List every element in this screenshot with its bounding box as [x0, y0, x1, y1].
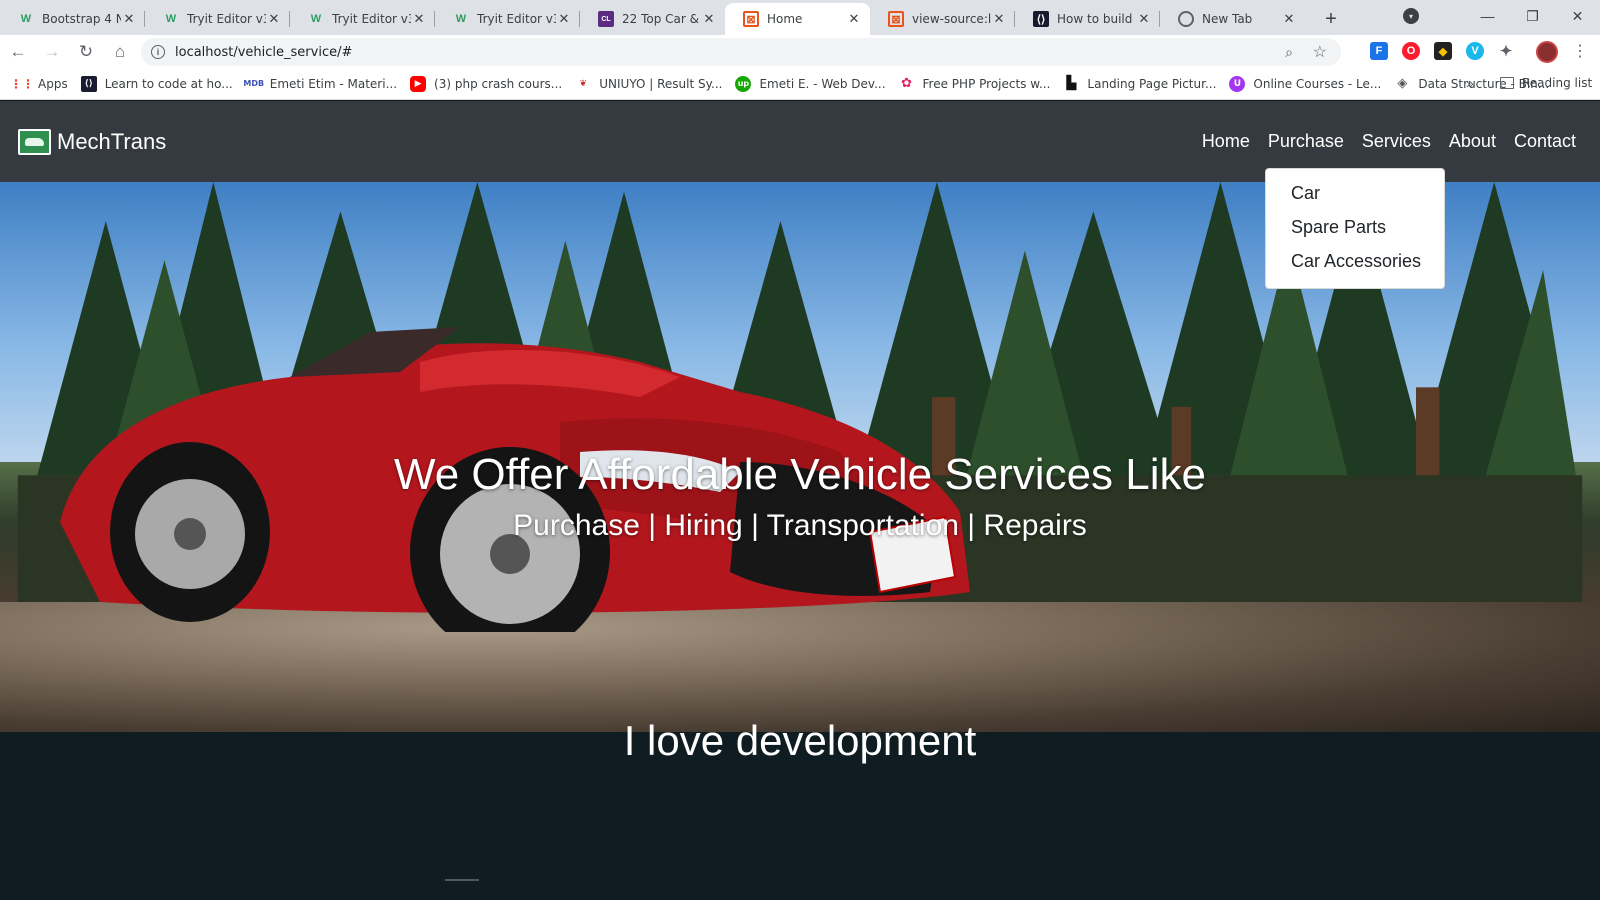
- dropdown-item-spare-parts[interactable]: Spare Parts: [1266, 211, 1444, 245]
- minimize-icon[interactable]: —: [1465, 8, 1510, 24]
- tab-search-icon[interactable]: ▾: [1403, 8, 1419, 24]
- close-tab-icon[interactable]: ✕: [991, 11, 1007, 27]
- nav-contact[interactable]: Contact: [1514, 131, 1576, 152]
- restore-icon[interactable]: ❐: [1510, 8, 1555, 25]
- bookmark-freecodecamp[interactable]: ⟨⟩ Learn to code at ho...: [80, 75, 233, 92]
- close-tab-icon[interactable]: ✕: [1136, 11, 1152, 27]
- reading-list-icon: [1500, 77, 1514, 89]
- menu-kebab-icon[interactable]: ⋮: [1572, 41, 1588, 61]
- url-text[interactable]: localhost/vehicle_service/#: [175, 45, 352, 60]
- w3schools-icon: W: [165, 13, 177, 25]
- address-bar[interactable]: i localhost/vehicle_service/# ⌕ ☆: [141, 38, 1341, 66]
- site-info-icon[interactable]: i: [151, 45, 165, 59]
- zoom-icon[interactable]: ⌕: [1285, 44, 1293, 61]
- tab-0[interactable]: WBootstrap 4 Na✕: [0, 3, 145, 35]
- back-icon[interactable]: ←: [2, 36, 34, 68]
- tab-1[interactable]: WTryit Editor v3.7✕: [145, 3, 290, 35]
- extensions-puzzle-icon[interactable]: ✦: [1497, 42, 1515, 60]
- close-tab-icon[interactable]: ✕: [266, 11, 282, 27]
- youtube-icon: ▶: [410, 75, 427, 92]
- reload-icon[interactable]: ↻: [70, 36, 102, 68]
- dropdown-item-car-accessories[interactable]: Car Accessories: [1266, 245, 1444, 279]
- colorlib-icon: CL: [598, 11, 614, 27]
- browser-tab-strip: WBootstrap 4 Na✕ WTryit Editor v3.7✕ WTr…: [0, 0, 1600, 35]
- section-heading: I love development: [623, 717, 977, 764]
- unsplash-icon: ▙: [1066, 76, 1077, 91]
- nav-home[interactable]: Home: [1202, 131, 1250, 152]
- bookmark-apps[interactable]: ⋮⋮ Apps: [10, 76, 68, 92]
- w3schools-icon: W: [455, 13, 467, 25]
- freecodecamp-icon: ⟨⟩: [80, 75, 97, 92]
- brand-logo-icon[interactable]: [18, 128, 51, 155]
- dropdown-item-car[interactable]: Car: [1266, 177, 1444, 211]
- tab-7[interactable]: ⟨⟩ How to build a ✕: [1015, 3, 1160, 35]
- close-tab-icon[interactable]: ✕: [411, 11, 427, 27]
- bookmarks-bar: ⋮⋮ Apps ⟨⟩ Learn to code at ho... MDB Emeti…: [0, 68, 1600, 100]
- w3schools-icon: W: [310, 13, 322, 25]
- tab-8[interactable]: New Tab ✕: [1160, 3, 1305, 35]
- purchase-dropdown-menu: Car Spare Parts Car Accessories: [1265, 168, 1445, 289]
- bookmark-mdb[interactable]: MDB Emeti Etim - Materi...: [243, 76, 397, 92]
- new-tab-button[interactable]: +: [1315, 3, 1347, 35]
- extension-fl-icon[interactable]: F: [1370, 42, 1388, 60]
- web-page: MechTrans Home Purchase Services About C…: [0, 101, 1600, 900]
- html-icon: ⊠: [743, 11, 759, 27]
- bookmark-star-icon[interactable]: ☆: [1313, 42, 1327, 62]
- close-tab-icon[interactable]: ✕: [1281, 11, 1297, 27]
- uniuyo-icon: ❦: [579, 78, 587, 89]
- reading-list-button[interactable]: Reading list: [1500, 76, 1592, 90]
- tab-3[interactable]: WTryit Editor v3.7✕: [435, 3, 580, 35]
- brand-name[interactable]: MechTrans: [57, 129, 166, 155]
- html-icon: ⊠: [888, 11, 904, 27]
- forward-icon[interactable]: →: [36, 36, 68, 68]
- profile-avatar[interactable]: [1536, 41, 1558, 63]
- hero-subtitle: Purchase | Hiring | Transportation | Rep…: [513, 509, 1087, 542]
- bookmark-udemy[interactable]: U Online Courses - Le...: [1229, 75, 1381, 92]
- w3schools-icon: W: [20, 13, 32, 25]
- more-bookmarks-icon[interactable]: »: [1466, 75, 1474, 91]
- window-controls: — ❐ ✕: [1465, 0, 1600, 32]
- butterfly-icon: ✿: [901, 76, 912, 91]
- mdb-icon: MDB: [243, 79, 265, 88]
- opera-icon[interactable]: O: [1402, 42, 1420, 60]
- apps-grid-icon: ⋮⋮: [10, 76, 34, 91]
- upwork-icon: up: [735, 75, 752, 92]
- geeks-icon: ◈: [1397, 76, 1408, 91]
- close-window-icon[interactable]: ✕: [1555, 8, 1600, 25]
- hero-title: We Offer Affordable Vehicle Services Lik…: [393, 450, 1206, 499]
- close-tab-icon[interactable]: ✕: [701, 11, 717, 27]
- scroll-indicator: [445, 879, 479, 881]
- home-icon[interactable]: ⌂: [104, 36, 136, 68]
- nav-services[interactable]: Services: [1362, 131, 1431, 152]
- freecodecamp-icon: ⟨⟩: [1033, 11, 1049, 27]
- nav-purchase[interactable]: Purchase: [1268, 131, 1344, 152]
- bookmark-upwork[interactable]: up Emeti E. - Web Dev...: [735, 75, 886, 92]
- bookmark-uniuyo[interactable]: ❦ UNIUYO | Result Sy...: [575, 76, 722, 92]
- close-tab-icon[interactable]: ✕: [121, 11, 137, 27]
- bookmark-unsplash[interactable]: ▙ Landing Page Pictur...: [1063, 76, 1216, 92]
- tab-6[interactable]: ⊠view-source:loc✕: [870, 3, 1015, 35]
- tab-5-active[interactable]: ⊠ Home ✕: [725, 3, 870, 35]
- chrome-icon: [1178, 11, 1194, 27]
- close-tab-icon[interactable]: ✕: [846, 11, 862, 27]
- tab-2[interactable]: WTryit Editor v3.7✕: [290, 3, 435, 35]
- extension-box-icon[interactable]: ◆: [1434, 42, 1452, 60]
- udemy-icon: U: [1229, 75, 1246, 92]
- bookmark-youtube[interactable]: ▶ (3) php crash cours...: [410, 75, 562, 92]
- vimeo-icon[interactable]: V: [1466, 42, 1484, 60]
- bookmark-php-projects[interactable]: ✿ Free PHP Projects w...: [899, 76, 1050, 92]
- tab-4[interactable]: CL22 Top Car & Au✕: [580, 3, 725, 35]
- browser-toolbar: ← → ↻ ⌂ i localhost/vehicle_service/# ⌕ …: [0, 35, 1600, 68]
- nav-about[interactable]: About: [1449, 131, 1496, 152]
- close-tab-icon[interactable]: ✕: [556, 11, 572, 27]
